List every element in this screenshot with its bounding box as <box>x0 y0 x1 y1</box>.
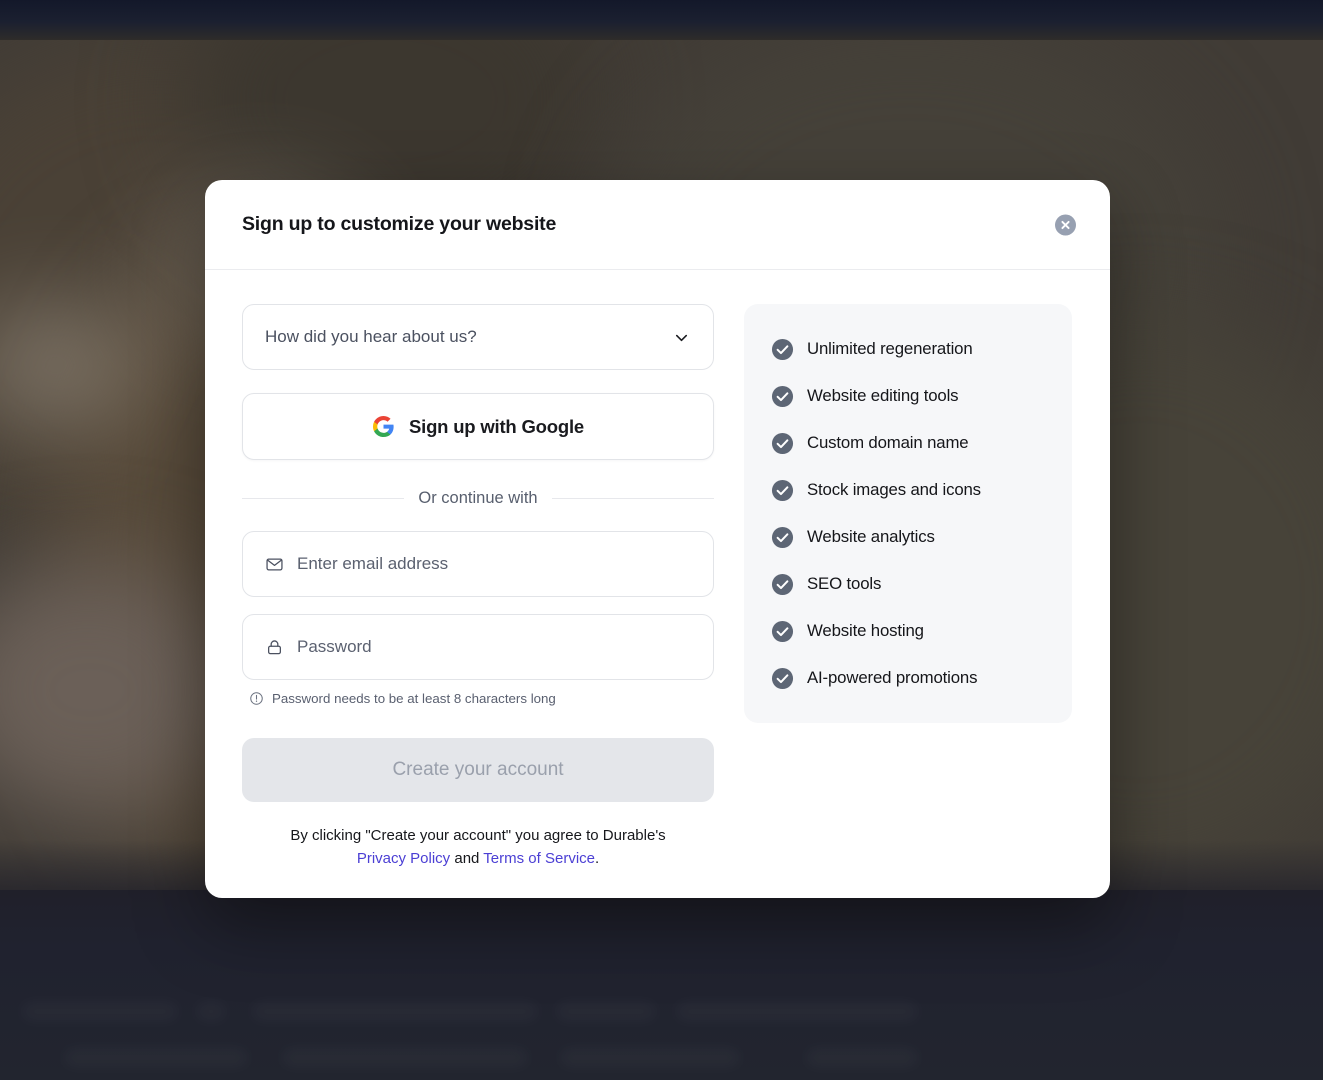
benefit-item: Website analytics <box>771 522 1046 552</box>
check-circle-icon <box>771 338 794 360</box>
email-field[interactable]: Enter email address <box>242 531 714 597</box>
backdrop-ghost-text <box>252 1002 538 1021</box>
backdrop-ghost-text <box>196 1002 226 1021</box>
signup-modal: Sign up to customize your website How di… <box>205 180 1110 898</box>
mail-icon-glyph <box>266 557 283 571</box>
legal-suffix: . <box>595 850 600 867</box>
privacy-policy-link[interactable]: Privacy Policy <box>357 850 450 867</box>
alert-circle-icon <box>249 691 264 706</box>
password-placeholder: Password <box>297 637 372 656</box>
chevron-down-icon <box>672 328 691 347</box>
google-logo-icon-glyph <box>372 415 394 438</box>
chevron-down-icon-glyph <box>675 334 688 341</box>
backdrop-ghost-text <box>22 1002 178 1021</box>
benefit-label: Custom domain name <box>807 433 969 452</box>
email-placeholder: Enter email address <box>297 554 449 573</box>
legal-conjunction: and <box>454 850 480 867</box>
terms-of-service-link[interactable]: Terms of Service <box>483 850 595 867</box>
mail-icon <box>265 555 284 574</box>
sign-up-with-google-button[interactable]: Sign up with Google <box>242 393 714 460</box>
lock-icon-glyph <box>268 639 281 654</box>
check-circle-icon <box>771 526 794 548</box>
backdrop-ghost-text <box>282 1048 528 1067</box>
benefit-item: Stock images and icons <box>771 475 1046 505</box>
or-continue-divider: Or continue with <box>242 487 714 509</box>
benefit-label: Website analytics <box>807 527 935 546</box>
password-hint: Password needs to be at least 8 characte… <box>249 689 714 707</box>
backdrop-bottom-bar <box>0 890 1323 1080</box>
backdrop-top-strip <box>0 0 1323 40</box>
password-field[interactable]: Password <box>242 614 714 680</box>
benefit-label: Unlimited regeneration <box>807 339 973 358</box>
referral-source-label: How did you hear about us? <box>265 327 477 346</box>
legal-disclaimer: By clicking "Create your account" you ag… <box>242 824 714 870</box>
modal-header: Sign up to customize your website <box>205 180 1110 270</box>
check-circle-icon <box>771 667 794 689</box>
password-hint-text: Password needs to be at least 8 characte… <box>272 690 556 706</box>
check-circle-icon <box>771 620 794 642</box>
backdrop-ghost-text <box>806 1048 918 1067</box>
backdrop-ghost-text <box>560 1048 740 1067</box>
benefit-item: Custom domain name <box>771 428 1046 458</box>
alert-circle-icon-glyph <box>250 691 263 705</box>
backdrop-ghost-text <box>556 1002 656 1021</box>
benefit-label: Website hosting <box>807 621 924 640</box>
lock-icon <box>265 638 284 657</box>
benefit-item: Unlimited regeneration <box>771 334 1046 364</box>
legal-prefix: By clicking "Create your account" you ag… <box>290 827 666 844</box>
benefit-item: SEO tools <box>771 569 1046 599</box>
check-circle-icon <box>771 479 794 501</box>
referral-source-select[interactable]: How did you hear about us? <box>242 304 714 370</box>
benefit-label: Stock images and icons <box>807 480 981 499</box>
benefit-label: SEO tools <box>807 574 882 593</box>
benefit-item: AI-powered promotions <box>771 663 1046 693</box>
benefit-label: Website editing tools <box>807 386 959 405</box>
check-circle-icon <box>771 432 794 454</box>
benefit-label: AI-powered promotions <box>807 668 978 687</box>
google-logo-icon <box>372 415 395 438</box>
check-circle-icon <box>771 573 794 595</box>
modal-title: Sign up to customize your website <box>242 213 557 235</box>
benefits-panel: Unlimited regeneration Website editing t… <box>744 304 1072 723</box>
close-icon[interactable] <box>1055 214 1076 235</box>
check-circle-icon <box>771 385 794 407</box>
divider-label: Or continue with <box>404 488 552 508</box>
signup-form: How did you hear about us? Sign up with … <box>242 304 714 870</box>
close-icon-glyph <box>1061 220 1070 229</box>
benefit-item: Website hosting <box>771 616 1046 646</box>
benefit-item: Website editing tools <box>771 381 1046 411</box>
create-account-button[interactable]: Create your account <box>242 738 714 802</box>
backdrop-ghost-text <box>676 1002 918 1021</box>
backdrop-ghost-text <box>64 1048 248 1067</box>
modal-body: How did you hear about us? Sign up with … <box>205 270 1110 870</box>
sign-up-with-google-label: Sign up with Google <box>408 415 584 437</box>
